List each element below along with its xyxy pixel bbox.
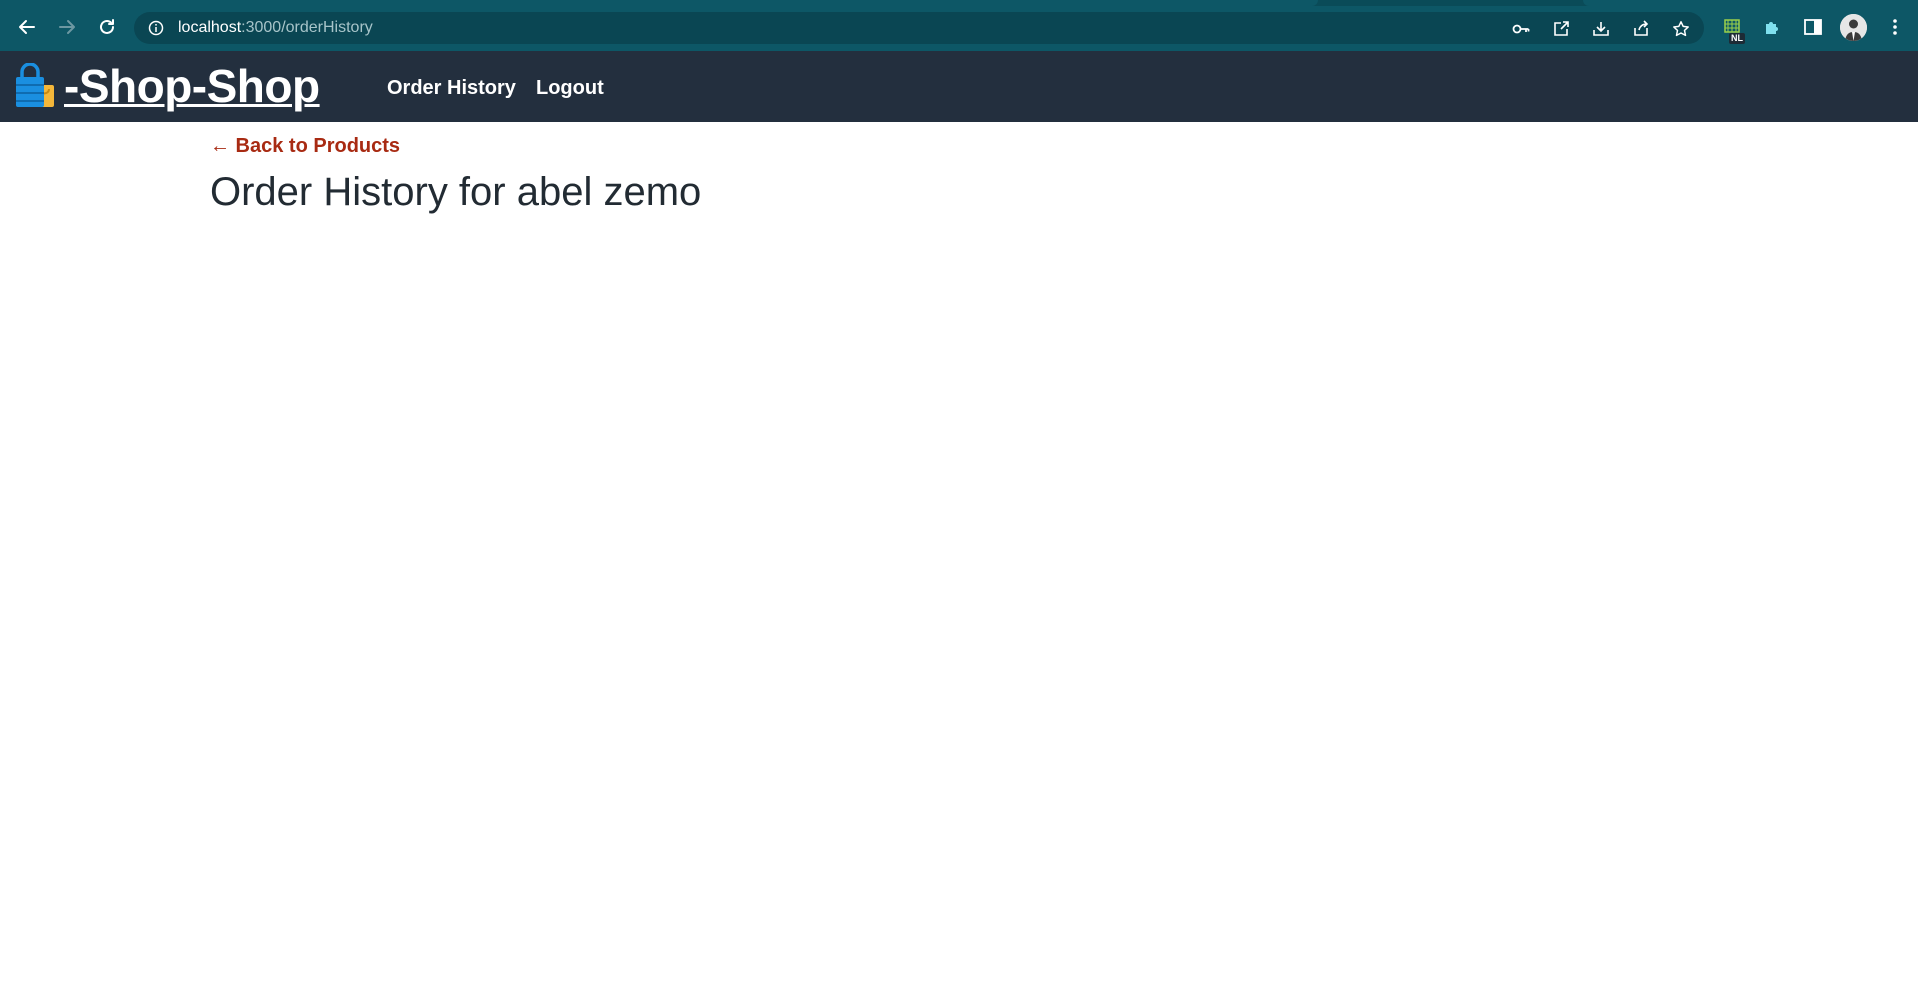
nav-order-history[interactable]: Order History bbox=[387, 77, 516, 100]
url-path: :3000/orderHistory bbox=[241, 19, 373, 36]
active-tab[interactable] bbox=[0, 0, 1318, 6]
open-in-new-icon[interactable] bbox=[1552, 20, 1570, 38]
shopping-bags-icon bbox=[10, 62, 62, 111]
nav-logout[interactable]: Logout bbox=[536, 77, 604, 100]
url-host: localhost bbox=[178, 19, 242, 36]
key-icon[interactable] bbox=[1512, 20, 1530, 38]
browser-toolbar: localhost:3000/orderHistory NL bbox=[0, 0, 1918, 51]
bookmark-star-icon[interactable] bbox=[1672, 20, 1690, 38]
install-app-icon[interactable] bbox=[1592, 20, 1610, 38]
tab-strip bbox=[0, 0, 1918, 6]
reload-icon[interactable] bbox=[94, 14, 120, 40]
puzzle-piece-icon[interactable] bbox=[1762, 16, 1784, 38]
inactive-tab[interactable] bbox=[1583, 0, 1918, 6]
site-info-icon[interactable] bbox=[148, 20, 164, 36]
back-arrow-icon[interactable] bbox=[14, 14, 40, 40]
forward-arrow-icon[interactable] bbox=[54, 14, 80, 40]
side-panel-icon[interactable] bbox=[1802, 16, 1824, 38]
share-icon[interactable] bbox=[1632, 20, 1650, 38]
logo-text: -Shop-Shop bbox=[64, 60, 320, 112]
site-header: -Shop-Shop Order History Logout bbox=[0, 51, 1918, 122]
profile-avatar[interactable] bbox=[1840, 14, 1867, 41]
back-to-products-link[interactable]: ← Back to Products bbox=[210, 135, 400, 158]
kebab-menu-icon[interactable] bbox=[1884, 16, 1906, 38]
url-text[interactable]: localhost:3000/orderHistory bbox=[178, 19, 373, 37]
address-bar[interactable]: localhost:3000/orderHistory bbox=[134, 12, 1704, 44]
logo-link[interactable]: -Shop-Shop bbox=[10, 61, 320, 111]
page-title: Order History for abel zemo bbox=[210, 170, 702, 214]
extension-badge: NL bbox=[1729, 33, 1745, 44]
